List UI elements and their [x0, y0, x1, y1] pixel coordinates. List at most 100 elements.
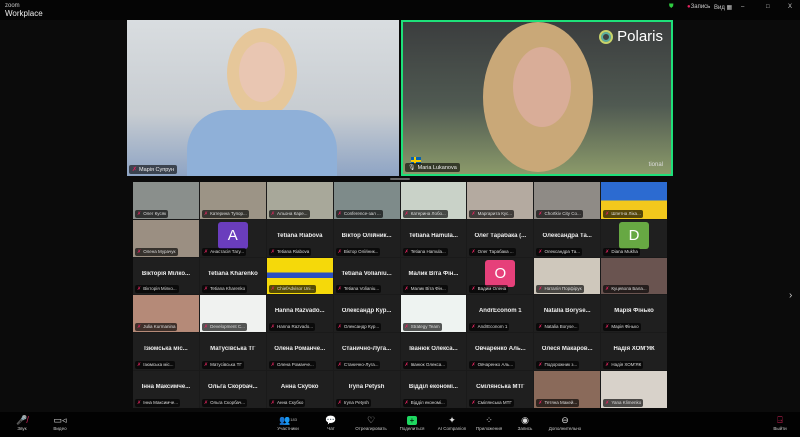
participant-label: ✗ Олександра Та...	[536, 247, 582, 256]
participant-label: ✗ Малик Віта Фін...	[402, 285, 448, 294]
participant-tile[interactable]: Natalia Boryse... ✗ Natalia Boryse...	[534, 295, 601, 333]
participant-tile[interactable]: Олександр Кур... ✗ Олександр Кур...	[333, 295, 400, 333]
participant-tile[interactable]: Tetiana Volianiu... ✗ Tetiana Volianiu...	[333, 257, 400, 295]
participant-label: ✗ ChiefAdvisor Uni...	[268, 285, 317, 294]
participant-tile[interactable]: ✗ Development C...	[199, 295, 266, 333]
participant-tile[interactable]: Олександра Та... ✗ Олександра Та...	[534, 219, 601, 257]
participant-label: ✗ Куцевола Бала...	[603, 285, 649, 294]
participant-tile[interactable]: Іванюк Олекса... ✗ Іванюк Олекса...	[400, 333, 467, 371]
participant-tile[interactable]: Марія Фінько ✗ Марія Фінько	[601, 295, 667, 333]
participant-tile[interactable]: Ольга Скорбач... ✗ Ольга Скорбач...	[199, 371, 266, 408]
participant-tile[interactable]: Станично-Луга... ✗ Станично-Луга...	[333, 333, 400, 371]
participant-tile[interactable]: ✗ Тетяна Макей...	[534, 371, 601, 408]
resize-handle[interactable]	[390, 178, 410, 180]
participant-label: ✗ Овчаренко Аль...	[469, 361, 516, 370]
participant-label: ✗ Hanna Razvado...	[268, 323, 315, 332]
participant-name: Віктор Олійник...	[341, 232, 392, 239]
mic-muted-icon: ✗	[471, 324, 476, 331]
participant-tile[interactable]: ✗ Шпетна Ліка...	[601, 182, 667, 219]
maximize-button[interactable]: □	[766, 4, 770, 10]
more-button[interactable]: ⊖ Дополнительно	[543, 414, 587, 431]
participant-tile[interactable]: ✗ Conference-зал ...	[333, 182, 400, 219]
mic-muted-icon: ✗	[471, 399, 476, 406]
close-button[interactable]: X	[788, 4, 792, 10]
participant-tile[interactable]: Tetiana Riabova ✗ Tetiana Riabova	[266, 219, 333, 257]
view-button[interactable]: Вид ▦	[714, 4, 732, 11]
mic-muted-icon: ✗	[137, 210, 142, 217]
share-button[interactable]: + Поделиться	[390, 414, 434, 431]
mic-muted-icon: ✗	[471, 248, 476, 255]
participant-tile[interactable]: A ✗ Анастасія Тагу...	[199, 219, 266, 257]
participant-tile[interactable]: Вікторія Мілко... ✗ Вікторія Мілко...	[133, 257, 199, 295]
mic-muted-icon: ✗	[137, 362, 142, 369]
participant-label: ✗ Тетяна Макей...	[536, 398, 580, 407]
leave-button[interactable]: ⍈ Выйти	[758, 414, 800, 431]
participant-tile[interactable]: ✗ Yana Klimenko	[601, 371, 667, 408]
mic-muted-icon: ✗	[538, 248, 543, 255]
participant-name: Олег Тарабака (...	[474, 232, 527, 239]
participant-tile[interactable]: Олена Романче... ✗ Олена Романче...	[266, 333, 333, 371]
participant-tile[interactable]: ✗ Альона Каре...	[266, 182, 333, 219]
participant-tile[interactable]: AndrEconom 1 ✗ AndrEconom 1	[467, 295, 534, 333]
participant-tile[interactable]: Олеся Макаров... ✗ Подорожник з...	[534, 333, 601, 371]
participant-tile[interactable]: Надія ХОМ'ЯК ✗ Надія ХОМ'ЯК	[601, 333, 667, 371]
participant-tile[interactable]: Анна Скубко ✗ Анна Скубко	[266, 371, 333, 408]
participant-tile[interactable]: ✗ Наталія Порфірук	[534, 257, 601, 295]
next-page-arrow[interactable]: ›	[789, 290, 792, 301]
participant-tile[interactable]: O ✗ Вадим Олена	[467, 257, 534, 295]
mic-muted-icon: ✗	[605, 248, 610, 255]
participant-tile[interactable]: Відділ економі... ✗ Відділ економі...	[400, 371, 467, 408]
mic-muted-icon: ✗	[137, 399, 142, 406]
more-icon: ⊖	[561, 415, 569, 425]
participant-tile[interactable]: ✗ Julia Kurmanina	[133, 295, 199, 333]
participant-tile[interactable]: ✗ Strategy Team	[400, 295, 467, 333]
participant-tile[interactable]: Iryna Petysh ✗ Iryna Petysh	[333, 371, 400, 408]
participant-body	[187, 110, 337, 176]
participant-label: ✗ Strategy Team	[402, 323, 442, 332]
participant-tile[interactable]: Малик Віта Фін... ✗ Малик Віта Фін...	[400, 257, 467, 295]
participant-tile[interactable]: ✗ Куцевола Бала...	[601, 257, 667, 295]
zoom-logo: zoom Workplace	[5, 3, 43, 18]
participant-face	[513, 47, 571, 127]
participant-label: ✗ Олена Мурачук	[135, 247, 178, 256]
speaker-name-label: ✗ Марія Супрун	[129, 165, 178, 174]
participant-tile[interactable]: Овчаренко Аль... ✗ Овчаренко Аль...	[467, 333, 534, 371]
recording-indicator[interactable]: ●Запись	[687, 4, 710, 10]
participant-tile[interactable]: ✗ Катерина Тупор...	[199, 182, 266, 219]
participant-tile[interactable]: ✗ Олег Кусяк	[133, 182, 199, 219]
record-button[interactable]: ◉ Запись	[503, 414, 547, 431]
participant-name: Олена Романче...	[274, 346, 326, 353]
mic-muted-icon: ✗	[404, 248, 409, 255]
participant-tile[interactable]: Олег Тарабака (... ✗ Олег Тарабака ...	[467, 219, 534, 257]
mic-muted-icon: ✗	[337, 248, 342, 255]
participant-tile[interactable]: Інна Максимче... ✗ Інна Максимче...	[133, 371, 199, 408]
minimize-button[interactable]: –	[741, 4, 744, 10]
video-button[interactable]: ▭◃ Видео	[38, 414, 82, 431]
participant-name: Іванюк Олекса...	[409, 346, 458, 353]
speaker-video-1[interactable]: ✗ Марія Супрун	[127, 20, 399, 176]
participant-tile[interactable]: Hanna Razvado... ✗ Hanna Razvado...	[266, 295, 333, 333]
participant-tile[interactable]: Смілянська МТГ ✗ Смілянська МТГ	[467, 371, 534, 408]
participant-tile[interactable]: Віктор Олійник... ✗ Віктор Олійник...	[333, 219, 400, 257]
participant-tile[interactable]: Tetiana Kharenko ✗ Tetiana Kharenko	[199, 257, 266, 295]
chat-button[interactable]: 💬 Чат	[309, 414, 353, 431]
meeting-toolbar: 🎤̸ Звук ▭◃ Видео 👥183 Участники 💬 Чат ♡ Отреа…	[0, 412, 800, 437]
speaker-video-active[interactable]: Polaris tional 🎙 Maria Lukanova	[401, 20, 673, 176]
participant-tile[interactable]: ✗ Маргарита Кус...	[467, 182, 534, 219]
participant-label: ✗ Відділ економі...	[402, 398, 447, 407]
participant-tile[interactable]: ✗ ChiefAdvisor Uni...	[266, 257, 333, 295]
participant-tile[interactable]: D ✗ Diana Mukha	[601, 219, 667, 257]
participant-tile[interactable]: ✗ Катерина Лобо...	[400, 182, 467, 219]
heart-icon: ♡	[366, 415, 376, 425]
security-shield-icon[interactable]: ⛊	[669, 4, 674, 11]
react-button[interactable]: ♡ Отреагировать	[349, 414, 393, 431]
participant-tile[interactable]: Матусівська ТГ ✗ Матусівська ТГ	[199, 333, 266, 371]
participant-tile[interactable]: Tetiana Hamula... ✗ Tetiana Hamula...	[400, 219, 467, 257]
participants-button[interactable]: 👥183 Участники	[266, 414, 310, 431]
mic-muted-icon: ✗	[471, 210, 476, 217]
participant-tile[interactable]: ✗ Chortkiv City Co...	[534, 182, 601, 219]
participant-name: Tetiana Kharenko	[207, 270, 258, 277]
participant-tile[interactable]: Ізюмська міс... ✗ Ізюмська міс...	[133, 333, 199, 371]
participant-tile[interactable]: ✗ Олена Мурачук	[133, 219, 199, 257]
participant-label: ✗ Віктор Олійник...	[335, 247, 381, 256]
